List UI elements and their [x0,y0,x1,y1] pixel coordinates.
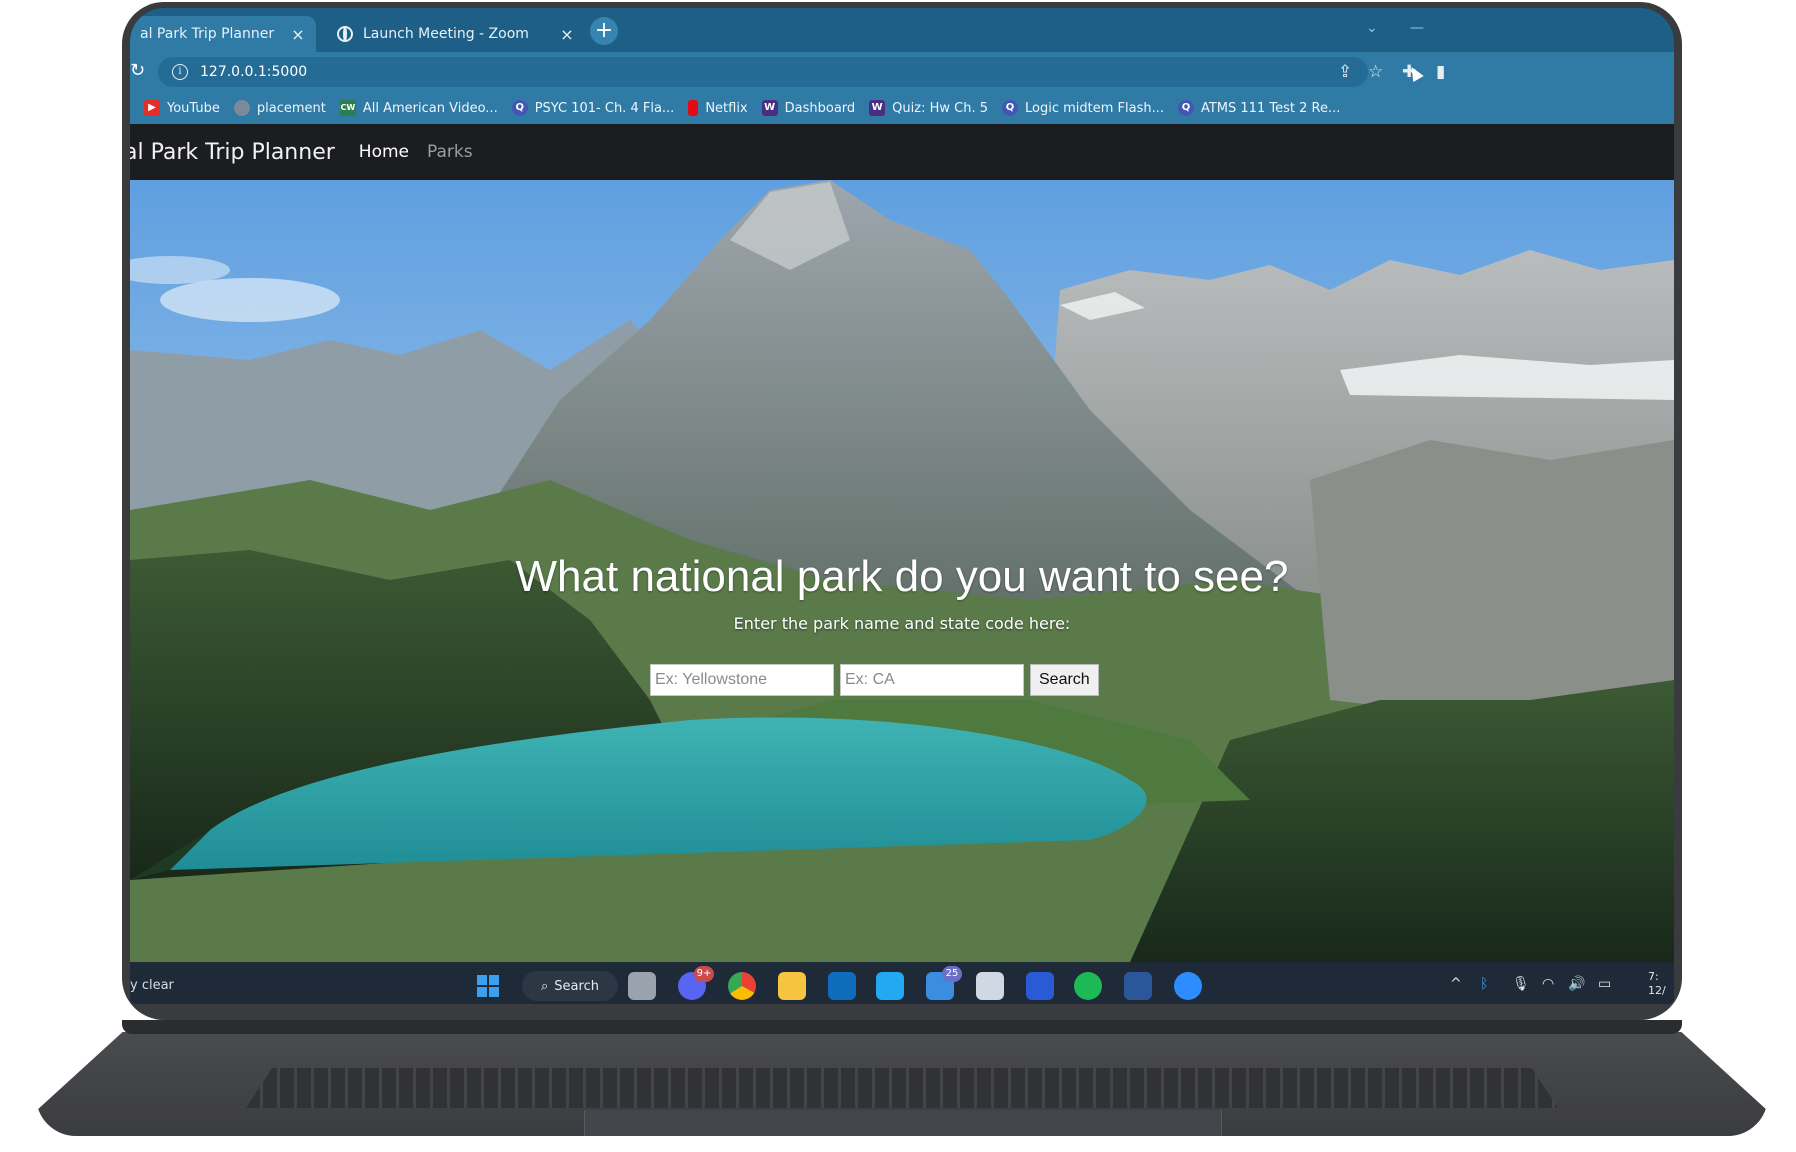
discord-icon[interactable]: 9+ [678,966,714,1000]
mail-icon[interactable]: 25 [926,966,962,1000]
bookmark-psyc-101[interactable]: Q PSYC 101- Ch. 4 Fla... [511,100,675,116]
bookmarks-bar: ▶ YouTube placement CW All American Video.… [130,92,1674,124]
close-tab-icon[interactable]: × [557,25,577,44]
show-hidden-icons-chevron-icon[interactable]: ^ [1450,976,1462,992]
tab-title: al Park Trip Planner [140,26,275,42]
microphone-icon[interactable]: 🎙 [1512,976,1530,992]
bookmark-label: Quiz: Hw Ch. 5 [892,100,988,116]
bookmark-netflix[interactable]: Netflix [688,100,748,116]
site-navbar: al Park Trip Planner Home Parks [130,124,1674,180]
tab-zoom-meeting[interactable]: Launch Meeting - Zoom × [325,16,585,52]
park-search-form: Search [650,664,1099,696]
canvas-w-icon: W [869,100,886,116]
canvas-w-icon: W [761,100,778,116]
quizlet-icon: Q [1177,100,1194,116]
laptop-deck [36,1032,1768,1136]
state-code-input[interactable] [840,664,1024,696]
file-explorer-icon[interactable] [778,972,806,1000]
globe-icon [233,100,250,116]
quizlet-icon: Q [1001,100,1018,116]
windows-start-icon[interactable] [474,972,502,1000]
address-bar[interactable]: i 127.0.0.1:5000 [158,57,1368,87]
wifi-icon[interactable]: ◠ [1542,976,1554,992]
chrome-icon[interactable] [728,972,756,1000]
clock-time: 7: [1648,970,1659,983]
discord-badge: 9+ [694,966,714,982]
word-icon[interactable] [1124,972,1152,1000]
clock-date: 12/ [1648,984,1666,997]
hero-headline: What national park do you want to see? [515,552,1289,601]
bluetooth-icon[interactable]: ᛒ [1480,976,1488,992]
close-tab-icon[interactable]: × [288,25,308,44]
tab-title: Launch Meeting - Zoom [363,26,529,42]
volume-icon[interactable]: 🔊 [1568,976,1585,992]
task-view-icon[interactable] [628,972,656,1000]
youtube-icon: ▶ [144,100,160,116]
browser-toolbar: ↻ i 127.0.0.1:5000 ⇪ ☆ ✚ ▮ [130,52,1674,92]
keyboard [246,1068,1558,1108]
bookmark-label: Logic midtem Flash... [1024,100,1164,116]
bookmark-star-icon[interactable]: ☆ [1368,62,1383,82]
quizlet-icon: Q [511,100,528,116]
windows-taskbar: y clear ⌕ Search 9+ 25 ^ ᛒ 🎙 ◠ 🔊 ▭ 7: 12/ [130,962,1674,1004]
bookmark-all-american[interactable]: CW All American Video... [339,100,498,116]
powershell-icon[interactable] [1026,972,1054,1000]
reload-icon[interactable]: ↻ [130,60,152,81]
laptop-base [36,1020,1768,1148]
taskbar-search-button[interactable]: ⌕ Search [522,971,618,1001]
bookmark-youtube[interactable]: ▶ YouTube [144,100,220,116]
bookmark-placement[interactable]: placement [233,100,326,116]
netflix-icon [688,100,699,116]
bookmark-logic-midterm[interactable]: Q Logic midtem Flash... [1001,100,1164,116]
zoom-icon[interactable] [1174,972,1202,1000]
bookmark-label: PSYC 101- Ch. 4 Fla... [534,100,675,116]
taskbar-search-label: Search [554,978,599,994]
taskbar-clock[interactable]: 7: 12/ [1648,970,1666,998]
bookmark-label: placement [256,100,326,116]
laptop-screen: al Park Trip Planner × Launch Meeting - … [130,8,1674,1004]
battery-icon[interactable]: ▭ [1598,976,1611,992]
site-brand[interactable]: al Park Trip Planner [130,140,335,165]
outlook-icon[interactable] [828,972,856,1000]
weather-widget[interactable]: y clear [130,978,174,993]
bookmark-atms-111[interactable]: Q ATMS 111 Test 2 Re... [1177,100,1341,116]
mail-badge: 25 [942,966,962,982]
trackpad [584,1110,1222,1136]
bookmark-label: Netflix [705,100,748,116]
nav-parks-link[interactable]: Parks [427,142,473,162]
snipping-tool-icon[interactable] [976,972,1004,1000]
site-info-icon[interactable]: i [172,64,188,80]
search-button[interactable]: Search [1030,664,1099,696]
park-name-input[interactable] [650,664,834,696]
url-text: 127.0.0.1:5000 [200,64,308,80]
side-panel-icon[interactable]: ▮ [1436,62,1445,82]
bookmark-label: All American Video... [362,100,498,116]
globe-icon [337,26,353,42]
vscode-icon[interactable] [876,972,904,1000]
minimize-icon[interactable]: — [1410,20,1424,36]
tab-park-trip-planner[interactable]: al Park Trip Planner × [130,16,316,52]
new-tab-button[interactable]: + [590,17,618,45]
laptop-hinge [122,1020,1682,1034]
hero-section: What national park do you want to see? E… [130,180,1674,962]
bookmark-quiz-hw[interactable]: W Quiz: Hw Ch. 5 [869,100,988,116]
tab-search-chevron-icon[interactable]: ⌄ [1366,20,1378,36]
cw-icon: CW [339,100,356,116]
hero-subline: Enter the park name and state code here: [733,614,1071,633]
nav-home-link[interactable]: Home [359,142,409,162]
share-icon[interactable]: ⇪ [1338,62,1352,82]
bookmark-label: Dashboard [784,100,856,116]
bookmark-label: ATMS 111 Test 2 Re... [1200,100,1341,116]
browser-tab-strip: al Park Trip Planner × Launch Meeting - … [130,8,1674,52]
bookmark-dashboard[interactable]: W Dashboard [761,100,856,116]
search-icon: ⌕ [541,978,549,994]
bookmark-label: YouTube [167,100,220,116]
spotify-icon[interactable] [1074,972,1102,1000]
